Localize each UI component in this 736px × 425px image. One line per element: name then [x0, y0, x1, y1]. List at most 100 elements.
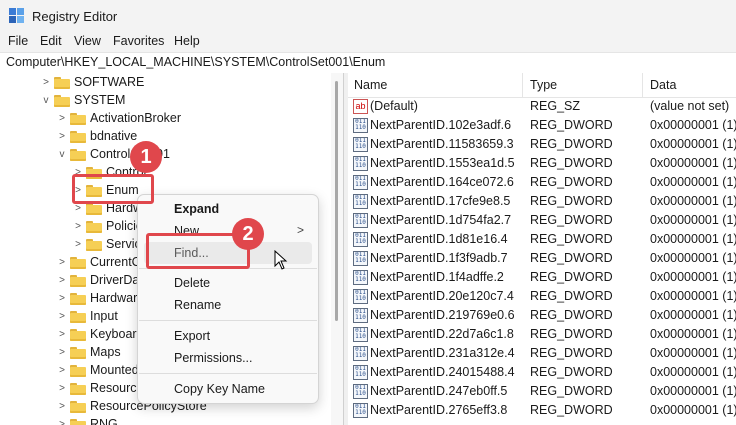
list-row[interactable]: 011 110 NextParentID.164ce072.6 REG_DWORD 0x…	[348, 173, 736, 192]
column-header-type[interactable]: Type	[530, 78, 557, 92]
binary-value-icon: 011 110	[353, 232, 368, 247]
value-name: NextParentID.1553ea1d.5	[370, 156, 515, 170]
list-row[interactable]: 011 110 NextParentID.22d7a6c1.8 REG_DWORD 0x…	[348, 325, 736, 344]
menu-item-permissions[interactable]: Permissions...	[138, 347, 318, 369]
value-type: REG_DWORD	[530, 194, 613, 208]
menu-bar: File Edit View Favorites Help	[0, 32, 736, 52]
value-type: REG_DWORD	[530, 232, 613, 246]
menu-item-label: Export	[174, 329, 211, 343]
menu-item-expand[interactable]: Expand	[138, 198, 318, 220]
list-row[interactable]: 011 110 NextParentID.17cfe9e8.5 REG_DWORD 0x…	[348, 192, 736, 211]
value-data: 0x00000001 (1)	[650, 365, 736, 379]
address-path[interactable]: Computer\HKEY_LOCAL_MACHINE\SYSTEM\Contr…	[6, 55, 385, 69]
value-name: NextParentID.1d81e16.4	[370, 232, 508, 246]
list-row[interactable]: 011 110 NextParentID.1d754fa2.7 REG_DWORD 0x…	[348, 211, 736, 230]
list-row[interactable]: 011 110 NextParentID.102e3adf.6 REG_DWORD 0x…	[348, 116, 736, 135]
value-data: 0x00000001 (1)	[650, 118, 736, 132]
folder-icon	[70, 401, 86, 413]
menu-item-copy-key-name[interactable]: Copy Key Name	[138, 378, 318, 400]
value-name: NextParentID.231a312e.4	[370, 346, 515, 360]
address-bar[interactable]: Computer\HKEY_LOCAL_MACHINE\SYSTEM\Contr…	[0, 52, 736, 74]
folder-icon	[70, 419, 86, 425]
list-row[interactable]: 011 110 NextParentID.1f4adffe.2 REG_DWORD 0x…	[348, 268, 736, 287]
menu-view[interactable]: View	[74, 34, 101, 48]
expand-chevron-icon[interactable]: >	[56, 254, 68, 272]
folder-icon	[70, 131, 86, 143]
value-data: 0x00000001 (1)	[650, 270, 736, 284]
expand-chevron-icon[interactable]: >	[56, 110, 68, 128]
tree-item-label: Maps	[90, 345, 121, 359]
expand-chevron-icon[interactable]: >	[56, 398, 68, 416]
expand-chevron-icon[interactable]: >	[40, 74, 52, 92]
column-header-name[interactable]: Name	[354, 78, 387, 92]
column-divider[interactable]	[522, 73, 523, 97]
binary-value-icon: 011 110	[353, 118, 368, 133]
list-row[interactable]: 011 110 NextParentID.2765eff3.8 REG_DWORD 0x…	[348, 401, 736, 420]
collapse-chevron-icon[interactable]: v	[40, 92, 52, 110]
value-name: NextParentID.11583659.3	[370, 137, 514, 151]
list-row[interactable]: 011 110 NextParentID.24015488.4 REG_DWORD 0x…	[348, 363, 736, 382]
value-name: NextParentID.1f3f9adb.7	[370, 251, 508, 265]
expand-chevron-icon[interactable]: >	[56, 416, 68, 425]
menu-item-rename[interactable]: Rename	[138, 294, 318, 316]
expand-chevron-icon[interactable]: >	[56, 308, 68, 326]
folder-icon	[86, 221, 102, 233]
expand-chevron-icon[interactable]: >	[56, 380, 68, 398]
tree-item-label: Input	[90, 309, 118, 323]
tree-scrollbar[interactable]	[331, 73, 343, 425]
context-menu: Expand New > Find... Delete Rename Expor…	[137, 194, 319, 404]
folder-icon	[70, 329, 86, 341]
menu-favorites[interactable]: Favorites	[113, 34, 164, 48]
expand-chevron-icon[interactable]: >	[56, 344, 68, 362]
value-name: NextParentID.102e3adf.6	[370, 118, 512, 132]
scrollbar-thumb[interactable]	[335, 81, 338, 321]
list-row[interactable]: 011 110 NextParentID.231a312e.4 REG_DWORD 0x…	[348, 344, 736, 363]
folder-icon	[70, 113, 86, 125]
menu-item-delete[interactable]: Delete	[138, 272, 318, 294]
value-name: NextParentID.219769e0.6	[370, 308, 515, 322]
expand-chevron-icon[interactable]: >	[72, 218, 84, 236]
expand-chevron-icon[interactable]: >	[56, 128, 68, 146]
binary-value-icon: 011 110	[353, 156, 368, 171]
menu-help[interactable]: Help	[174, 34, 200, 48]
value-type: REG_DWORD	[530, 403, 613, 417]
list-row[interactable]: 011 110 NextParentID.219769e0.6 REG_DWORD 0x…	[348, 306, 736, 325]
menu-file[interactable]: File	[8, 34, 28, 48]
binary-value-icon: 011 110	[353, 346, 368, 361]
value-name: NextParentID.247eb0ff.5	[370, 384, 508, 398]
step-badge-2: 2	[232, 218, 264, 250]
menu-edit[interactable]: Edit	[40, 34, 62, 48]
values-list[interactable]: Name Type Data ab (Default) REG_SZ (value n…	[348, 73, 736, 425]
title-bar: Registry Editor	[0, 0, 736, 32]
folder-icon	[70, 149, 86, 161]
list-row[interactable]: 011 110 NextParentID.247eb0ff.5 REG_DWORD 0x…	[348, 382, 736, 401]
value-type: REG_DWORD	[530, 327, 613, 341]
expand-chevron-icon[interactable]: >	[56, 362, 68, 380]
column-header-data[interactable]: Data	[650, 78, 676, 92]
value-name: NextParentID.2765eff3.8	[370, 403, 508, 417]
binary-value-icon: 011 110	[353, 137, 368, 152]
list-row[interactable]: 011 110 NextParentID.1d81e16.4 REG_DWORD 0x0…	[348, 230, 736, 249]
expand-chevron-icon[interactable]: >	[72, 236, 84, 254]
collapse-chevron-icon[interactable]: v	[56, 146, 68, 164]
binary-value-icon: 011 110	[353, 327, 368, 342]
value-type: REG_DWORD	[530, 289, 613, 303]
value-data: 0x00000001 (1)	[650, 251, 736, 265]
list-row[interactable]: ab (Default) REG_SZ (value not set)	[348, 97, 736, 116]
expand-chevron-icon[interactable]: >	[56, 272, 68, 290]
expand-chevron-icon[interactable]: >	[56, 290, 68, 308]
value-type: REG_DWORD	[530, 251, 613, 265]
value-type: REG_DWORD	[530, 384, 613, 398]
value-name: NextParentID.22d7a6c1.8	[370, 327, 514, 341]
list-row[interactable]: 011 110 NextParentID.1553ea1d.5 REG_DWORD 0x…	[348, 154, 736, 173]
column-divider[interactable]	[642, 73, 643, 97]
value-data: 0x00000001 (1)	[650, 156, 736, 170]
list-row[interactable]: 011 110 NextParentID.11583659.3 REG_DWORD 0x…	[348, 135, 736, 154]
expand-chevron-icon[interactable]: >	[56, 326, 68, 344]
menu-separator	[139, 373, 317, 374]
list-row[interactable]: 011 110 NextParentID.20e120c7.4 REG_DWORD 0x…	[348, 287, 736, 306]
list-row[interactable]: 011 110 NextParentID.1f3f9adb.7 REG_DWORD 0x…	[348, 249, 736, 268]
menu-item-export[interactable]: Export	[138, 325, 318, 347]
value-name: (Default)	[370, 99, 418, 113]
folder-icon	[54, 95, 70, 107]
